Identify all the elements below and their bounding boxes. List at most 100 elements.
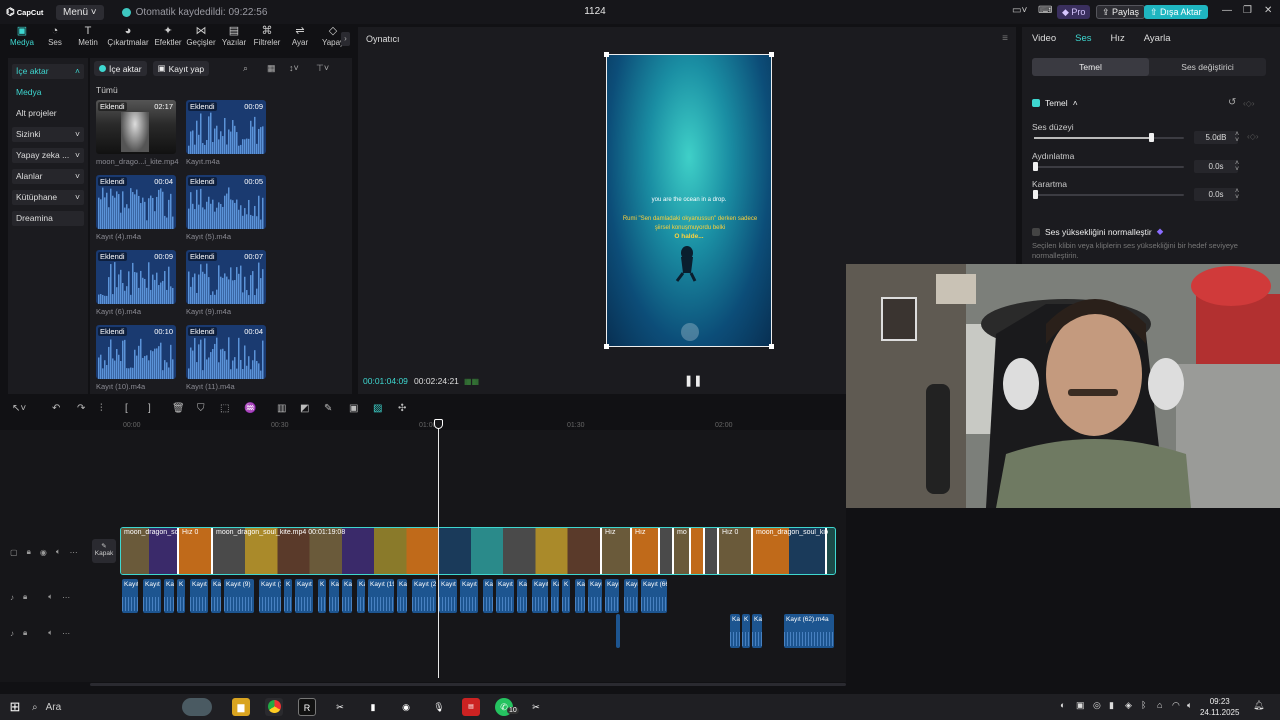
search-icon[interactable]: ⌕ xyxy=(243,63,248,74)
wifi-icon[interactable]: ◠ xyxy=(1172,700,1180,711)
video-clip[interactable]: Hız xyxy=(632,528,660,574)
audio-clip[interactable]: K xyxy=(562,579,570,613)
audio-clip[interactable]: Kayıt xyxy=(605,579,619,613)
left-nav-item[interactable]: Yapay zeka ... ˅ xyxy=(12,148,84,163)
more-icon[interactable]: ⋯ xyxy=(62,593,70,602)
shield-icon[interactable]: ⛉ xyxy=(197,403,205,414)
pause-button[interactable]: ❚❚ xyxy=(684,374,702,387)
video-clip[interactable]: moon_dragon_sou xyxy=(121,528,180,574)
checkbox-icon[interactable] xyxy=(1032,99,1040,107)
menu-button[interactable]: Menü ˅ xyxy=(56,4,104,20)
audio-clip[interactable]: Kayıt (1 xyxy=(259,579,281,613)
record-button[interactable]: ▣ Kayıt yap xyxy=(152,61,210,76)
audio-clip[interactable] xyxy=(616,614,620,648)
filter-icon[interactable]: ⊤˅ xyxy=(316,63,329,74)
mirror-icon[interactable]: ◩ xyxy=(300,403,309,414)
speaker-icon[interactable]: 🔈︎ xyxy=(48,628,53,638)
crop-icon[interactable]: ⬚ xyxy=(220,403,229,414)
restore-icon[interactable]: ❐ xyxy=(1243,5,1252,16)
project-title[interactable]: 1124 xyxy=(580,6,610,17)
resize-handle[interactable] xyxy=(604,344,609,349)
tool-tab-7[interactable]: ⌘ Filtreler xyxy=(251,26,283,52)
audio-clip[interactable]: K xyxy=(177,579,185,613)
audio-clip[interactable]: Kayıt (19 xyxy=(368,579,394,613)
split-icon[interactable]: ⫶ xyxy=(100,403,103,414)
left-nav-item[interactable]: Medya xyxy=(12,85,84,100)
fadeout-knob[interactable] xyxy=(1033,190,1038,199)
track-thumb-icon[interactable]: ▢ xyxy=(10,548,18,557)
redo-icon[interactable]: ↷ xyxy=(77,403,85,414)
more-icon[interactable]: ⋯ xyxy=(70,548,78,557)
video-track[interactable]: moon_dragon_sou Hız 0 moon_dragon_soul_kit… xyxy=(120,527,836,575)
left-nav-item[interactable]: İçe aktar ˄ xyxy=(12,64,84,79)
media-thumbnail[interactable]: Eklendi 00:05 xyxy=(186,175,266,229)
fadeout-value[interactable]: 0.0s xyxy=(1194,188,1238,201)
volume-stepper[interactable]: ˄ ˅ xyxy=(1235,131,1239,144)
trim-left-icon[interactable]: [ xyxy=(125,403,128,414)
fadein-slider[interactable] xyxy=(1033,162,1184,171)
playhead-handle[interactable] xyxy=(434,419,443,429)
audio-track-2[interactable]: Ka K Ka Kayıt (62).m4a xyxy=(122,614,838,648)
ai-tools-icon[interactable]: ✣ xyxy=(398,403,406,414)
resize-handle[interactable] xyxy=(769,52,774,57)
audio-clip[interactable]: Kayıt xyxy=(460,579,478,613)
collapse-tabs-icon[interactable]: › xyxy=(341,32,350,46)
audio-clip[interactable]: Ka xyxy=(211,579,221,613)
video-clip[interactable] xyxy=(705,528,719,574)
import-button[interactable]: İçe aktar xyxy=(94,61,147,76)
close-icon[interactable]: ✕ xyxy=(1264,5,1272,16)
video-clip[interactable] xyxy=(660,528,674,574)
audio-edit-icon[interactable]: ♒ xyxy=(244,403,256,414)
caption-icon[interactable]: ▣ xyxy=(349,403,358,414)
magic-icon[interactable]: ✎ xyxy=(324,403,332,414)
video-clip[interactable]: Hız 0 xyxy=(719,528,753,574)
fadein-stepper[interactable]: ˄ ˅ xyxy=(1235,160,1239,173)
sort-icon[interactable]: ↕˅ xyxy=(289,63,299,73)
tray-app-icon[interactable]: ◎ xyxy=(1093,700,1101,711)
audio-clip[interactable]: K xyxy=(742,614,750,648)
audio-clip[interactable]: Ka xyxy=(357,579,365,613)
segment-basic[interactable]: Temel xyxy=(1032,58,1149,76)
audio-track-icon[interactable]: ♪ xyxy=(10,629,14,638)
tray-mic-icon[interactable]: ▮ xyxy=(1109,700,1114,711)
cover-button[interactable]: ✎ Kapak xyxy=(92,539,116,563)
tray-app-icon[interactable]: ◈ xyxy=(1125,700,1132,711)
volume-knob[interactable] xyxy=(1149,133,1154,142)
audio-clip[interactable]: Kayıt xyxy=(295,579,313,613)
keyframe-icon[interactable]: ‹◇› xyxy=(1247,132,1258,141)
windows-start-icon[interactable]: ⊞ xyxy=(6,698,24,716)
speaker-icon[interactable]: 🔈︎ xyxy=(56,547,61,557)
tool-tab-5[interactable]: ⋈ Geçişler xyxy=(185,26,217,52)
fadeout-stepper[interactable]: ˄ ˅ xyxy=(1235,188,1239,201)
delete-icon[interactable]: 🗑 xyxy=(172,403,185,414)
capcut-taskbar-icon-2[interactable]: ✂ xyxy=(527,698,545,716)
basic-section-header[interactable]: Temel ˄ xyxy=(1032,98,1078,108)
audio-clip[interactable]: Kayıt (2 xyxy=(412,579,436,613)
resize-handle[interactable] xyxy=(769,344,774,349)
audio-clip[interactable]: Kayıt xyxy=(532,579,548,613)
shortcuts-icon[interactable]: ⌨ xyxy=(1038,5,1052,16)
media-thumbnail[interactable]: Eklendi 00:04 xyxy=(186,325,266,379)
left-nav-item[interactable]: Alt projeler xyxy=(12,106,84,121)
video-clip[interactable]: mo xyxy=(674,528,691,574)
tool-tab-6[interactable]: ▤ Yazılar xyxy=(218,26,250,52)
segment-voice-changer[interactable]: Ses değiştirici xyxy=(1149,58,1266,76)
audio-clip[interactable]: Kayıt xyxy=(122,579,138,613)
video-clip[interactable]: moon_dragon_soul_kite.mp4 00:01:19:08 xyxy=(213,528,602,574)
media-thumbnail[interactable]: Eklendi 00:04 xyxy=(96,175,176,229)
video-clip[interactable]: Hız 0 xyxy=(179,528,213,574)
fadein-value[interactable]: 0.0s xyxy=(1194,160,1238,173)
export-button[interactable]: ⇧ Dışa Aktar xyxy=(1144,5,1208,19)
audio-clip[interactable]: Ka xyxy=(342,579,352,613)
audio-clip[interactable]: Kayıt xyxy=(190,579,208,613)
mic-icon[interactable]: 🎙︎ xyxy=(430,698,448,716)
audio-clip[interactable]: Ka xyxy=(397,579,407,613)
audio-clip[interactable]: Kayıt xyxy=(143,579,161,613)
lock-icon[interactable]: 🔒︎ xyxy=(23,628,27,638)
audio-clip[interactable]: Kayıt (66 xyxy=(641,579,667,613)
notifications-icon[interactable]: 🔔︎ xyxy=(1253,700,1264,711)
tray-app-icon[interactable]: ◐ xyxy=(1060,700,1065,710)
tool-tab-8[interactable]: ⇌ Ayar xyxy=(284,26,316,52)
layout-icon[interactable]: ▭˅ xyxy=(1012,5,1027,16)
taskbar-clock[interactable]: 09:23 24.11.2025 xyxy=(1200,696,1239,718)
